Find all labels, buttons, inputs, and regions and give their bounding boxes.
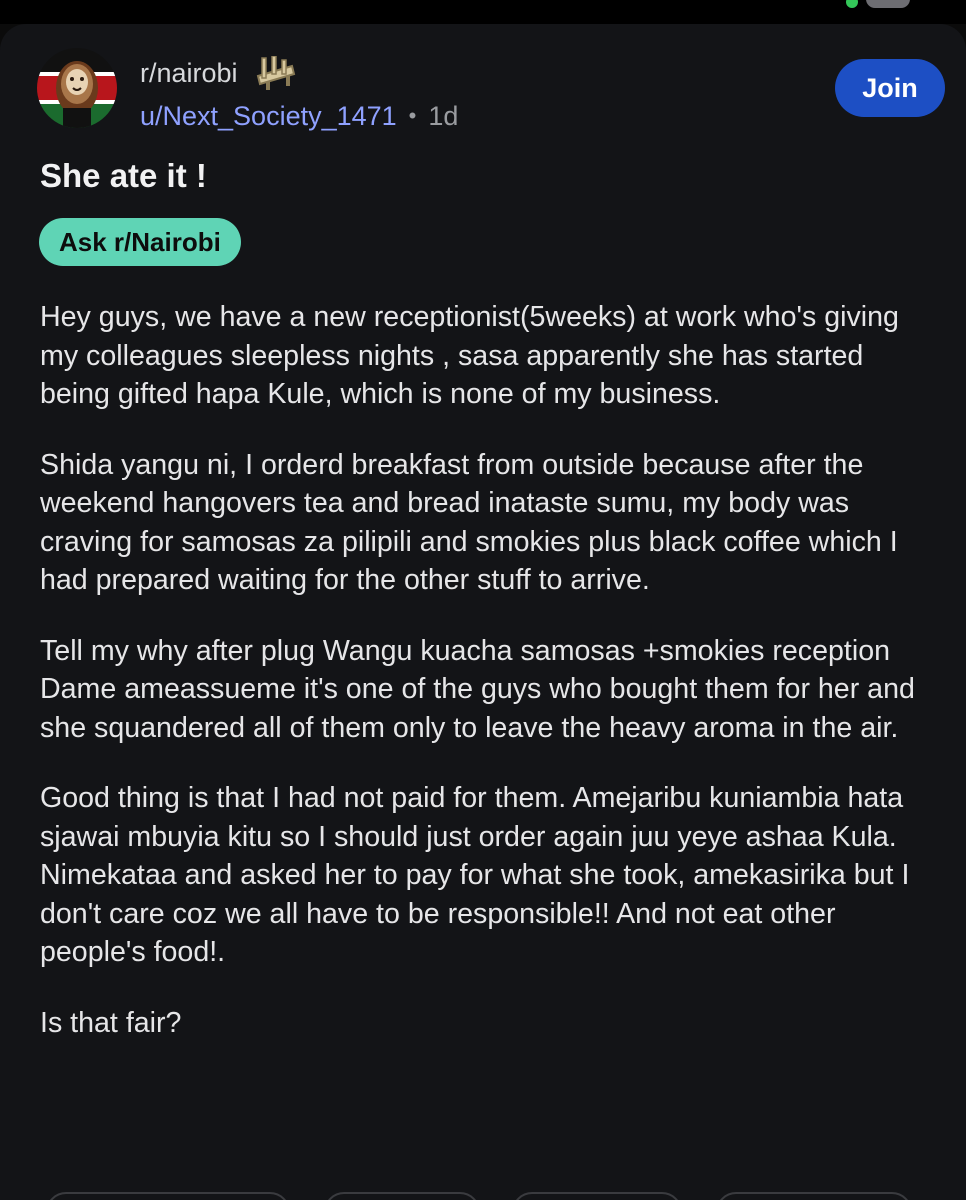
post-flair[interactable]: Ask r/Nairobi [39,218,241,266]
kenya-flag-lion-icon [37,48,117,128]
post-card: r/nairobi u/Next_Society_1471 • 1d Join … [0,24,966,1200]
post-body: Hey guys, we have a new receptionist(5we… [40,298,940,1074]
post-paragraph: Is that fair? [40,1006,182,1039]
post-title: She ate it ! [40,157,207,194]
share-button[interactable] [716,1192,912,1200]
post-paragraph: Tell my why after plug Wangu kuacha samo… [40,634,915,744]
award-trophy-icon [256,56,295,90]
post-paragraph: Shida yangu ni, I orderd breakfast from … [40,448,898,597]
status-indicator-icon [846,0,858,8]
status-bar [0,0,966,24]
post-paragraph: Good thing is that I had not paid for th… [40,782,910,968]
award-button[interactable] [512,1192,682,1200]
post-paragraph: Hey guys, we have a new receptionist(5we… [40,301,899,410]
post-actions-bar [0,1192,966,1200]
subreddit-name[interactable]: r/nairobi [140,58,238,89]
meta-separator: • [408,103,417,128]
vote-button[interactable] [46,1192,290,1200]
status-pill-icon [866,0,910,8]
comments-button[interactable] [324,1192,480,1200]
author-username[interactable]: u/Next_Society_1471 [140,101,397,132]
subreddit-avatar[interactable] [37,48,117,128]
post-age: 1d [428,100,459,131]
join-button[interactable]: Join [835,59,945,117]
